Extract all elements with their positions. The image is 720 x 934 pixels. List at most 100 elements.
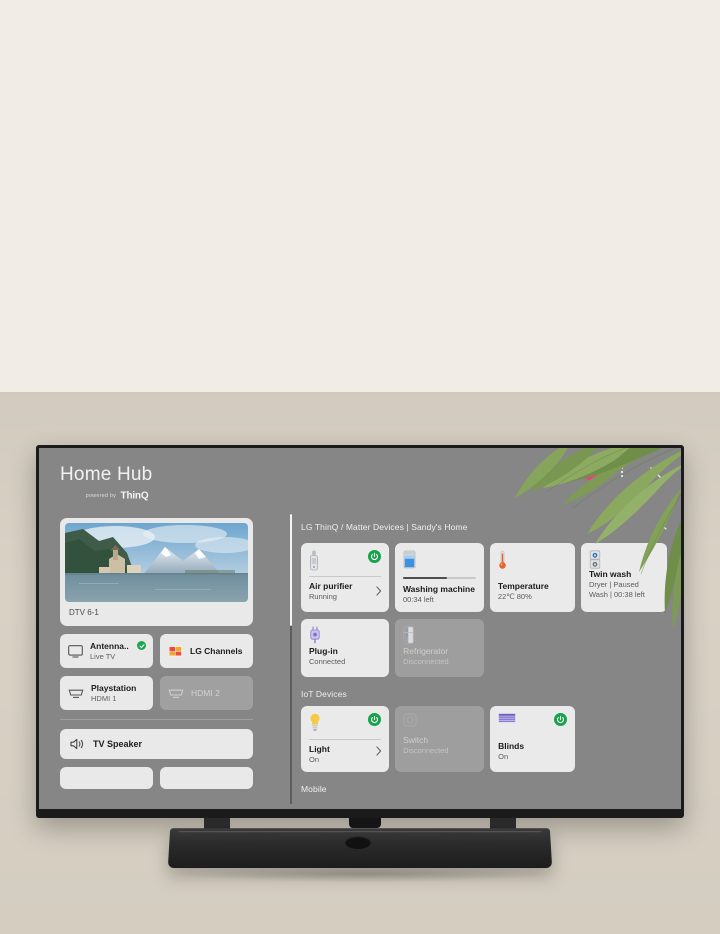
sidebar-partial-card[interactable]: [160, 767, 253, 789]
iot-section-title: IoT Devices: [301, 689, 347, 699]
device-icon-row: [403, 626, 476, 646]
brand-lockup: powered by ThinQ: [60, 487, 152, 505]
plug-icon: [310, 626, 320, 644]
blinds-icon: [498, 713, 516, 723]
lg-channels-icon: [168, 645, 182, 656]
output-tile-tv-speaker[interactable]: TV Speaker: [60, 729, 253, 759]
switch-icon: [403, 713, 417, 727]
thinq-device-row-2: Plug-in Connected Refrigerator Disconnec…: [301, 619, 667, 677]
tv-camera-nub: [349, 818, 381, 828]
device-icon-row: [309, 626, 381, 646]
soundbar: [167, 828, 553, 869]
sidebar-scrollbar[interactable]: [290, 514, 292, 804]
device-name: Blinds: [498, 741, 525, 751]
input-tile-text: LG Channels: [190, 646, 242, 657]
device-status: On: [498, 752, 509, 761]
device-status: Running: [309, 592, 337, 601]
device-card-switch[interactable]: Switch Disconnected: [395, 706, 485, 772]
input-tile-hdmi2[interactable]: HDMI 2: [160, 676, 253, 710]
iot-device-row: Light On Switch Disconnected Blinds On: [301, 706, 667, 772]
home-hub-header: Home Hub powered by ThinQ K: [39, 448, 681, 508]
sidebar-divider: [60, 719, 253, 720]
soundbar-indicator: [344, 836, 372, 849]
thinq-section-title: LG ThinQ / Matter Devices | Sandy's Home: [301, 522, 468, 532]
input-tile-sub: HDMI 1: [91, 693, 117, 703]
sidebar-partial-row: [60, 767, 253, 789]
device-icon-row: [589, 550, 659, 569]
close-icon[interactable]: [647, 464, 663, 480]
device-name: Temperature: [497, 581, 549, 591]
device-status: 22℃ 80%: [497, 592, 532, 601]
title-block: Home Hub powered by ThinQ: [60, 464, 152, 505]
devices-panel: LG ThinQ / Matter Devices | Sandy's Home: [301, 518, 667, 794]
device-card-air-purifier[interactable]: Air purifier Running: [301, 543, 389, 612]
device-icon-row: [309, 713, 382, 735]
inputs-sidebar: DTV 6-1 Antenna.. Live TV LG Channels Pl…: [60, 518, 253, 789]
kebab-menu-icon[interactable]: [614, 464, 630, 480]
device-card-light[interactable]: Light On: [301, 706, 390, 772]
device-card-blinds[interactable]: Blinds On: [490, 706, 576, 772]
device-status: Disconnected: [403, 746, 449, 755]
hdmi-icon: [168, 689, 184, 698]
chevron-up-icon[interactable]: [655, 518, 667, 536]
input-tile-antenna[interactable]: Antenna.. Live TV: [60, 634, 153, 668]
card-divider: [309, 576, 381, 577]
progress-bar: [402, 577, 476, 579]
speaker-icon: [70, 738, 83, 750]
lightbulb-icon: [310, 713, 320, 732]
tv-preview-card[interactable]: DTV 6-1: [60, 518, 253, 626]
device-card-twin-wash[interactable]: Twin wash Dryer | Paused Wash | 00:38 le…: [580, 543, 667, 612]
device-status: Dryer | Paused: [588, 580, 639, 589]
device-name: Refrigerator: [403, 646, 449, 656]
device-card-refrigerator[interactable]: Refrigerator Disconnected: [395, 619, 485, 677]
thinq-section-header: LG ThinQ / Matter Devices | Sandy's Home: [301, 518, 667, 536]
output-tile-name: TV Speaker: [93, 739, 143, 749]
device-card-plug-in[interactable]: Plug-in Connected: [301, 619, 390, 677]
avatar[interactable]: K: [582, 464, 597, 480]
chevron-right-icon[interactable]: [376, 583, 382, 601]
device-name: Air purifier: [309, 581, 353, 591]
input-tiles-row-1: Antenna.. Live TV LG Channels: [60, 634, 253, 668]
device-icon-row: [403, 713, 476, 735]
device-name: Plug-in: [309, 646, 338, 656]
tv-icon: [68, 644, 83, 658]
power-toggle-icon[interactable]: [368, 713, 382, 726]
device-icon-row: [309, 550, 381, 572]
input-tile-name: Playstation: [91, 682, 137, 693]
refrigerator-icon: [403, 626, 414, 644]
device-status: 00:34 left: [402, 595, 434, 604]
power-toggle-icon[interactable]: [367, 550, 381, 563]
device-name: Twin wash: [588, 569, 632, 579]
home-hub-body: DTV 6-1 Antenna.. Live TV LG Channels Pl…: [39, 508, 681, 809]
input-tile-sub: Live TV: [90, 651, 116, 661]
input-tile-text: HDMI 2: [191, 688, 220, 699]
device-status-secondary: Wash | 00:38 left: [588, 590, 645, 599]
page-title: Home Hub: [60, 464, 153, 485]
thermometer-icon: [499, 550, 506, 569]
input-tile-lg-channels[interactable]: LG Channels: [160, 634, 253, 668]
preview-channel-label: DTV 6-1: [69, 608, 99, 617]
thinq-device-row-1: Air purifier Running Washing machine 00:…: [301, 543, 667, 612]
soundbar-shadow: [174, 866, 554, 882]
input-tile-name: Antenna..: [90, 640, 129, 651]
device-status: Connected: [309, 657, 346, 666]
sidebar-partial-card[interactable]: [60, 767, 153, 789]
device-name: Switch: [403, 735, 429, 745]
sidebar-scrollbar-thumb[interactable]: [290, 514, 292, 626]
device-card-temperature[interactable]: Temperature 22℃ 80%: [489, 543, 575, 612]
tv-preview-image: [65, 523, 248, 602]
input-tile-playstation[interactable]: Playstation HDMI 1: [60, 676, 153, 710]
device-name: Washing machine: [402, 584, 475, 594]
air-purifier-icon: [309, 550, 318, 571]
device-card-washing-machine[interactable]: Washing machine 00:34 left: [394, 543, 484, 612]
device-icon-row: [403, 550, 476, 572]
television-frame: Home Hub powered by ThinQ K DTV 6-1 Ante…: [36, 445, 684, 818]
power-toggle-icon[interactable]: [554, 713, 568, 726]
tv-screen: Home Hub powered by ThinQ K DTV 6-1 Ante…: [39, 448, 681, 809]
brand-powered-text: powered by: [85, 492, 117, 499]
header-actions: K: [582, 464, 663, 480]
input-tile-text: Antenna.. Live TV: [90, 641, 129, 662]
washing-machine-icon: [403, 550, 416, 569]
wall-upper-band: [0, 0, 720, 392]
chevron-right-icon[interactable]: [376, 743, 382, 761]
